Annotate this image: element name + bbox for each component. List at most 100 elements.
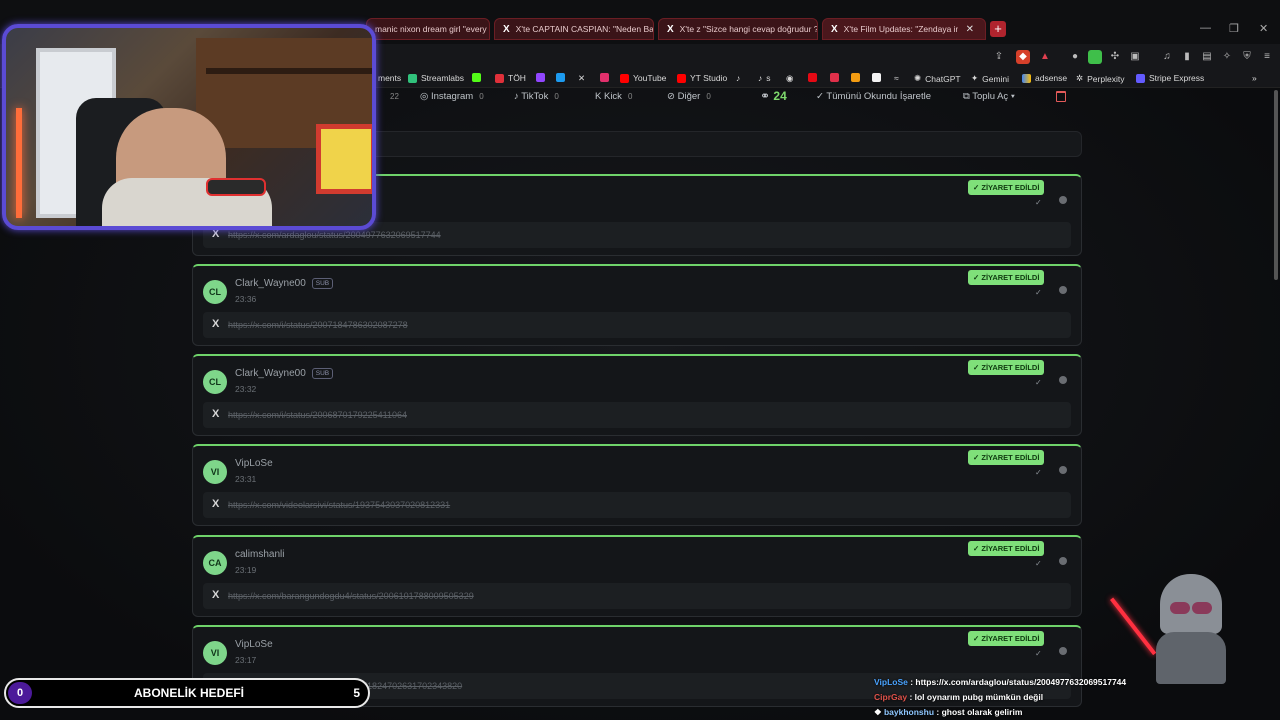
maximize-icon[interactable]: ❐ bbox=[1229, 22, 1239, 35]
link-row[interactable]: Xhttps://x.com/videolarsivi/status/19375… bbox=[203, 492, 1071, 518]
unmark-icon[interactable] bbox=[1059, 196, 1067, 204]
bookmark-icon-only[interactable]: ♪ bbox=[736, 73, 740, 83]
unmark-icon[interactable] bbox=[1059, 286, 1067, 294]
link-url: https://x.com/i/status/20068701792254110… bbox=[228, 410, 407, 420]
browser-tab[interactable]: X X'te z "Sizce hangi cevap doğrudur ? bbox=[658, 18, 818, 40]
sidebar-icon[interactable]: ▮ bbox=[1180, 50, 1194, 64]
menu-icon[interactable]: ≡ bbox=[1260, 50, 1274, 64]
bookmark[interactable]: TÖH bbox=[495, 73, 526, 83]
music-icon[interactable]: ♫ bbox=[1160, 50, 1174, 64]
browser-tab[interactable]: X X'te CAPTAIN CASPIAN: "Neden Bay bbox=[494, 18, 654, 40]
filter-tab-instagram[interactable]: ◎ Instagram 0 bbox=[420, 91, 484, 105]
bookmark-icon-only[interactable] bbox=[556, 73, 569, 82]
puzzle-icon[interactable]: ✣ bbox=[1108, 50, 1122, 64]
tab-title: manic nixon dream girl "every s bbox=[375, 24, 490, 34]
filter-count: 0 bbox=[554, 92, 559, 101]
unmark-icon[interactable] bbox=[1059, 557, 1067, 565]
extension-icon[interactable] bbox=[1088, 50, 1102, 64]
mark-all-read-button[interactable]: ✓ Tümünü Okundu İşaretle bbox=[816, 91, 931, 102]
bookmark-icon-only[interactable]: ◉ bbox=[786, 73, 793, 84]
led-light bbox=[16, 108, 22, 218]
netflix-icon bbox=[808, 73, 817, 82]
unmark-icon[interactable] bbox=[1059, 466, 1067, 474]
avatar: CL bbox=[203, 370, 227, 394]
visited-badge: ✓ ZİYARET EDİLDİ bbox=[968, 180, 1045, 195]
rewards-icon[interactable]: ▲ bbox=[1038, 50, 1052, 64]
bookmark[interactable]: ✦ Gemini bbox=[971, 73, 1009, 84]
scrollbar[interactable] bbox=[1274, 90, 1278, 280]
new-tab-button[interactable]: + bbox=[990, 21, 1006, 37]
filter-tab-other[interactable]: ⊘ Diğer 0 bbox=[667, 91, 711, 105]
threads-icon: ◉ bbox=[786, 73, 794, 83]
filter-tab-all[interactable]: 22 bbox=[384, 91, 399, 105]
extension-icon[interactable]: ● bbox=[1068, 50, 1082, 64]
filter-tab-tiktok[interactable]: ♪ TikTok 0 bbox=[514, 91, 559, 105]
close-tab-icon[interactable]: ✕ bbox=[966, 24, 974, 35]
link-row[interactable]: Xhttps://x.com/i/status/2007184786302087… bbox=[203, 312, 1071, 338]
bookmark-icon-only[interactable]: ≈ bbox=[894, 73, 899, 83]
link-url: https://x.com/ardaglou/status/2004977632… bbox=[228, 230, 441, 240]
bookmark[interactable]: ✺ ChatGPT bbox=[914, 73, 961, 84]
bulk-open-button[interactable]: ⧉ Toplu Aç ▾ bbox=[963, 91, 1015, 102]
filter-tab-kick[interactable]: K Kick 0 bbox=[595, 91, 632, 105]
chat-message: VipLoSe : https://x.com/ardaglou/status/… bbox=[874, 677, 1126, 687]
unmark-icon[interactable] bbox=[1059, 647, 1067, 655]
check-icon: ✓ bbox=[1035, 468, 1042, 477]
timestamp: 23:19 bbox=[235, 565, 257, 575]
bookmark[interactable]: YouTube bbox=[620, 73, 666, 83]
unmark-icon[interactable] bbox=[1059, 376, 1067, 384]
adsense-icon bbox=[1022, 73, 1031, 83]
bookmark[interactable]: ✲ Perplexity bbox=[1076, 73, 1124, 84]
browser-tab[interactable]: manic nixon dream girl "every s bbox=[366, 18, 490, 40]
visited-badge: ✓ ZİYARET EDİLDİ bbox=[968, 450, 1045, 465]
bookmark[interactable]: YT Studio bbox=[677, 73, 727, 83]
bookmark[interactable]: ments bbox=[378, 73, 401, 83]
bookmark[interactable]: ♪ s bbox=[758, 73, 771, 83]
close-window-icon[interactable]: ✕ bbox=[1259, 22, 1268, 35]
x-logo-icon: X bbox=[503, 23, 510, 35]
minimize-icon[interactable]: — bbox=[1200, 22, 1211, 34]
link-count: ⚭ 24 bbox=[760, 89, 787, 103]
vpn-icon[interactable]: ⛨ bbox=[1240, 50, 1254, 64]
helmet bbox=[1160, 574, 1222, 634]
bookmark-icon-only[interactable] bbox=[536, 73, 549, 82]
avatar: VI bbox=[203, 460, 227, 484]
bookmark-icon-only[interactable] bbox=[851, 73, 864, 82]
subscription-goal: 0 ABONELİK HEDEFİ 5 bbox=[4, 678, 370, 708]
tab-title: X'te Film Updates: "Zendaya in 2 bbox=[843, 24, 958, 34]
more-bookmarks-icon[interactable]: » bbox=[1252, 73, 1257, 83]
bookmark-icon-only[interactable] bbox=[872, 73, 885, 82]
bookmark-icon-only[interactable]: ✕ bbox=[578, 73, 585, 84]
wallet-icon[interactable]: ▤ bbox=[1200, 50, 1214, 64]
link-row[interactable]: Xhttps://x.com/i/status/2006870179225411… bbox=[203, 402, 1071, 428]
bookmark-icon-only[interactable] bbox=[472, 73, 485, 82]
tiktok-icon: ♪ bbox=[758, 73, 763, 83]
bookmark-icon-only[interactable] bbox=[600, 73, 613, 82]
trash-icon[interactable] bbox=[1056, 91, 1066, 102]
share-icon[interactable]: ⇪ bbox=[992, 50, 1006, 64]
link-card: CL Clark_Wayne00 SUB 23:32 ✓ ZİYARET EDİL… bbox=[192, 354, 1082, 436]
stripe-icon bbox=[1136, 73, 1145, 83]
visited-badge: ✓ ZİYARET EDİLDİ bbox=[968, 360, 1045, 375]
youtube-icon bbox=[620, 73, 629, 83]
brave-shield-icon[interactable]: ◆ bbox=[1016, 50, 1030, 64]
link-url: https://x.com/barangundogdu4/status/2006… bbox=[228, 591, 474, 601]
leo-ai-icon[interactable]: ✧ bbox=[1220, 50, 1234, 64]
bookmark-icon-only[interactable] bbox=[808, 73, 821, 82]
link-row[interactable]: Xhttps://x.com/barangundogdu4/status/200… bbox=[203, 583, 1071, 609]
visited-badge: ✓ ZİYARET EDİLDİ bbox=[968, 270, 1045, 285]
bookmark[interactable]: Streamlabs bbox=[408, 73, 464, 83]
instagram-icon: ◎ bbox=[420, 91, 431, 102]
tab-title: X'te z "Sizce hangi cevap doğrudur ? bbox=[679, 24, 818, 34]
link-card: CA calimshanli 23:19 ✓ ZİYARET EDİLDİ ✓ … bbox=[192, 535, 1082, 617]
bookmark[interactable]: Stripe Express bbox=[1136, 73, 1204, 83]
chat-badge-icon: ❖ bbox=[874, 707, 884, 717]
filter-count: 22 bbox=[390, 92, 399, 101]
browser-tab-active[interactable]: X X'te Film Updates: "Zendaya in 2 ✕ bbox=[822, 18, 986, 40]
bookmark[interactable]: adsense bbox=[1022, 73, 1067, 83]
screenshot-icon[interactable]: ▣ bbox=[1128, 50, 1142, 64]
eye-lens bbox=[1192, 602, 1212, 614]
link-icon: ⚭ bbox=[760, 89, 774, 103]
username: calimshanli bbox=[235, 549, 285, 560]
bookmark-icon-only[interactable] bbox=[830, 73, 843, 82]
